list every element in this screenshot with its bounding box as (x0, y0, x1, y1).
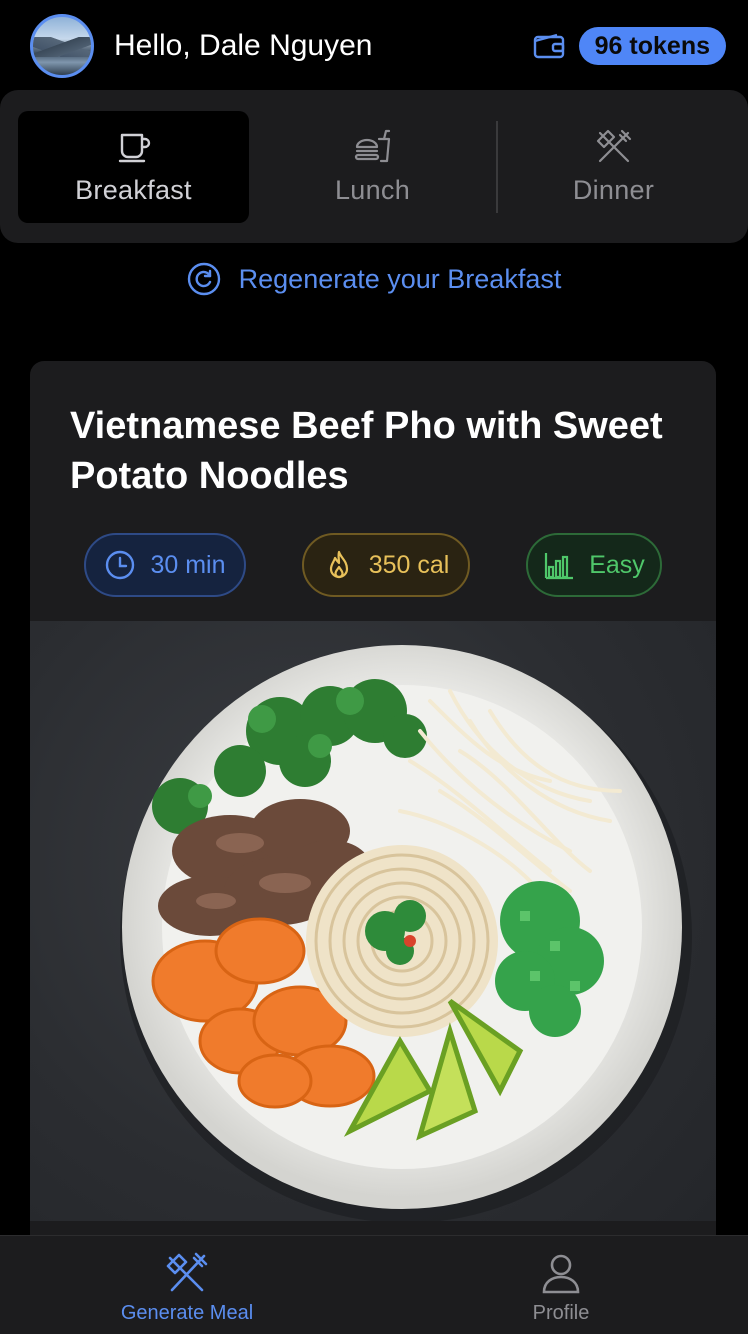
nav-generate-meal[interactable]: Generate Meal (0, 1236, 374, 1334)
wallet-icon (533, 33, 564, 59)
difficulty-badge: Easy (526, 533, 662, 597)
tab-lunch[interactable]: Lunch (257, 111, 488, 223)
bar-chart-icon (545, 553, 574, 580)
user-icon (542, 1254, 580, 1293)
calories-badge: 350 cal (302, 533, 470, 597)
time-badge: 30 min (84, 533, 246, 597)
greeting-text: Hello, Dale Nguyen (114, 29, 373, 62)
nav-profile[interactable]: Profile (374, 1236, 748, 1334)
token-count-badge: 96 tokens (578, 27, 726, 65)
fork-knife-icon (166, 1252, 208, 1291)
recipe-title: Vietnamese Beef Pho with Sweet Potato No… (70, 405, 663, 497)
avatar[interactable] (30, 14, 94, 78)
tab-breakfast[interactable]: Breakfast (18, 110, 249, 223)
meal-image (30, 621, 716, 1221)
tab-label: Breakfast (75, 175, 192, 205)
flame-icon (329, 550, 348, 579)
bottom-navigation: Generate Meal Profile (0, 1235, 748, 1334)
nav-label: Generate Meal (120, 1301, 254, 1324)
difficulty-value: Easy (589, 550, 645, 579)
header: Hello, Dale Nguyen 96 tokens (0, 0, 748, 92)
burger-drink-icon (354, 129, 390, 163)
tab-dinner[interactable]: Dinner (498, 111, 729, 223)
time-value: 30 min (150, 550, 226, 579)
regenerate-button[interactable]: Regenerate your Breakfast (0, 258, 748, 300)
clock-icon (106, 550, 135, 580)
fork-knife-icon (596, 129, 631, 163)
tab-label: Lunch (334, 175, 411, 205)
meal-type-tabs: Breakfast Lunch Dinner (0, 90, 748, 243)
app-screen: Hello, Dale Nguyen 96 tokens Breakfast L… (0, 0, 748, 1334)
nav-label: Profile (532, 1301, 590, 1324)
regenerate-label: Regenerate your Breakfast (238, 263, 562, 294)
refresh-icon (187, 262, 220, 296)
coffee-cup-icon (118, 133, 150, 163)
token-balance[interactable]: 96 tokens (533, 27, 726, 65)
recipe-card[interactable]: Vietnamese Beef Pho with Sweet Potato No… (30, 361, 716, 1261)
calories-value: 350 cal (368, 550, 450, 579)
pho-bowl-illustration (120, 645, 692, 1221)
tab-label: Dinner (572, 175, 655, 205)
